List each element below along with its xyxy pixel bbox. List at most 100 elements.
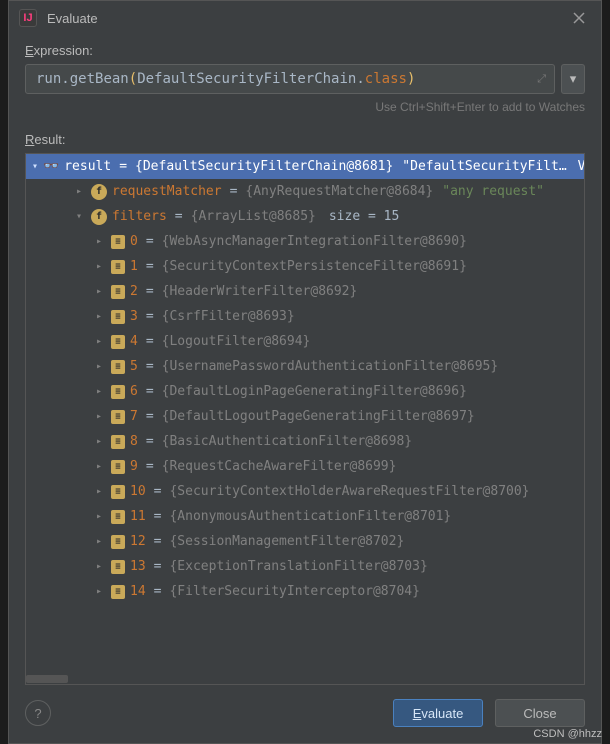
result-panel[interactable]: ▾ 👓 result = {DefaultSecurityFilterChain… — [25, 153, 585, 685]
chevron-right-icon[interactable]: ▸ — [92, 261, 106, 272]
chevron-right-icon[interactable]: ▸ — [92, 561, 106, 572]
tree-row-filter-item[interactable]: ▸≡8={BasicAuthenticationFilter@8698} — [26, 429, 584, 454]
node-index: 9 — [130, 459, 138, 474]
element-icon: ≡ — [111, 460, 125, 474]
node-value: {WebAsyncManagerIntegrationFilter@8690} — [162, 234, 467, 249]
element-icon: ≡ — [111, 260, 125, 274]
tree-row-filter-item[interactable]: ▸≡13={ExceptionTranslationFilter@8703} — [26, 554, 584, 579]
scrollbar-thumb[interactable] — [26, 675, 68, 683]
tree-row-filter-item[interactable]: ▸≡10={SecurityContextHolderAwareRequestF… — [26, 479, 584, 504]
tree-row-filter-item[interactable]: ▸≡0={WebAsyncManagerIntegrationFilter@86… — [26, 229, 584, 254]
node-value: {ArrayList@8685} — [191, 209, 316, 224]
node-value: {AnonymousAuthenticationFilter@8701} — [169, 509, 451, 524]
tree-row-filter-item[interactable]: ▸≡9={RequestCacheAwareFilter@8699} — [26, 454, 584, 479]
ide-icon: IJ — [19, 9, 37, 27]
node-name: filters — [112, 209, 167, 224]
element-icon: ≡ — [111, 335, 125, 349]
node-value: {UsernamePasswordAuthenticationFilter@86… — [162, 359, 499, 374]
element-icon: ≡ — [111, 535, 125, 549]
tree-row-filter-item[interactable]: ▸≡6={DefaultLoginPageGeneratingFilter@86… — [26, 379, 584, 404]
node-index: 1 — [130, 259, 138, 274]
node-value: {AnyRequestMatcher@8684} — [245, 184, 433, 199]
node-index: 5 — [130, 359, 138, 374]
field-icon: f — [91, 209, 107, 225]
node-value: {SecurityContextHolderAwareRequestFilter… — [169, 484, 529, 499]
element-icon: ≡ — [111, 385, 125, 399]
result-label: Result: — [9, 124, 601, 153]
watermark: CSDN @hhzz — [533, 728, 602, 740]
size-label: size = 15 — [329, 209, 399, 224]
node-index: 6 — [130, 384, 138, 399]
node-value: {LogoutFilter@8694} — [162, 334, 311, 349]
chevron-down-icon[interactable]: ▾ — [32, 161, 38, 172]
close-icon[interactable] — [567, 6, 591, 30]
help-button[interactable]: ? — [25, 700, 51, 726]
tree-row-filter-item[interactable]: ▸≡3={CsrfFilter@8693} — [26, 304, 584, 329]
element-icon: ≡ — [111, 310, 125, 324]
tree-row-filter-item[interactable]: ▸≡2={HeaderWriterFilter@8692} — [26, 279, 584, 304]
tree-row-filter-item[interactable]: ▸≡5={UsernamePasswordAuthenticationFilte… — [26, 354, 584, 379]
node-value: {SessionManagementFilter@8702} — [169, 534, 404, 549]
node-name: requestMatcher — [112, 184, 222, 199]
expression-input[interactable]: run.getBean(DefaultSecurityFilterChain.c… — [25, 64, 555, 94]
node-index: 3 — [130, 309, 138, 324]
close-button[interactable]: Close — [495, 699, 585, 727]
node-index: 11 — [130, 509, 146, 524]
tree-row-filter-item[interactable]: ▸≡1={SecurityContextPersistenceFilter@86… — [26, 254, 584, 279]
tree-row-filter-item[interactable]: ▸≡4={LogoutFilter@8694} — [26, 329, 584, 354]
tree-row-requestmatcher[interactable]: ▸ f requestMatcher = {AnyRequestMatcher@… — [26, 179, 584, 204]
element-icon: ≡ — [111, 560, 125, 574]
view-link[interactable]: View — [578, 159, 585, 174]
element-icon: ≡ — [111, 485, 125, 499]
chevron-right-icon[interactable]: ▸ — [92, 486, 106, 497]
chevron-right-icon[interactable]: ▸ — [92, 361, 106, 372]
node-value: {DefaultLoginPageGeneratingFilter@8696} — [162, 384, 467, 399]
node-index: 13 — [130, 559, 146, 574]
node-index: 0 — [130, 234, 138, 249]
node-str: "any request" — [442, 184, 544, 199]
evaluate-button[interactable]: Evaluate — [393, 699, 483, 727]
chevron-right-icon[interactable]: ▸ — [92, 436, 106, 447]
chevron-right-icon[interactable]: ▸ — [92, 386, 106, 397]
expand-editor-icon[interactable]: ⤢ — [537, 72, 546, 86]
chevron-right-icon[interactable]: ▸ — [92, 286, 106, 297]
chevron-right-icon[interactable]: ▸ — [92, 536, 106, 547]
tree-row-filter-item[interactable]: ▸≡12={SessionManagementFilter@8702} — [26, 529, 584, 554]
tree-row-filter-item[interactable]: ▸≡11={AnonymousAuthenticationFilter@8701… — [26, 504, 584, 529]
chevron-right-icon[interactable]: ▸ — [92, 511, 106, 522]
node-value: {SecurityContextPersistenceFilter@8691} — [162, 259, 467, 274]
evaluate-dialog: IJ Evaluate Expression: run.getBean(Defa… — [8, 0, 602, 744]
equals-sign: = — [116, 159, 130, 174]
node-index: 7 — [130, 409, 138, 424]
chevron-down-icon[interactable]: ▾ — [72, 211, 86, 222]
node-value: {HeaderWriterFilter@8692} — [162, 284, 358, 299]
tree-row-filter-item[interactable]: ▸≡14={FilterSecurityInterceptor@8704} — [26, 579, 584, 604]
node-index: 10 — [130, 484, 146, 499]
chevron-right-icon[interactable]: ▸ — [92, 236, 106, 247]
history-dropdown[interactable]: ▾ — [561, 64, 585, 94]
node-value: {FilterSecurityInterceptor@8704} — [169, 584, 419, 599]
chevron-right-icon[interactable]: ▸ — [92, 336, 106, 347]
node-value: {RequestCacheAwareFilter@8699} — [162, 459, 397, 474]
tree-row-result[interactable]: ▾ 👓 result = {DefaultSecurityFilterChain… — [26, 154, 584, 179]
field-icon: f — [91, 184, 107, 200]
node-index: 14 — [130, 584, 146, 599]
node-value: {ExceptionTranslationFilter@8703} — [169, 559, 427, 574]
chevron-right-icon[interactable]: ▸ — [92, 586, 106, 597]
node-index: 8 — [130, 434, 138, 449]
tree-row-filter-item[interactable]: ▸≡7={DefaultLogoutPageGeneratingFilter@8… — [26, 404, 584, 429]
element-icon: ≡ — [111, 285, 125, 299]
chevron-right-icon[interactable]: ▸ — [92, 411, 106, 422]
node-value: {DefaultLogoutPageGeneratingFilter@8697} — [162, 409, 475, 424]
expression-label: Expression: — [9, 35, 601, 64]
element-icon: ≡ — [111, 410, 125, 424]
node-value: {BasicAuthenticationFilter@8698} — [162, 434, 412, 449]
element-icon: ≡ — [111, 585, 125, 599]
chevron-right-icon[interactable]: ▸ — [92, 461, 106, 472]
window-title: Evaluate — [47, 11, 98, 26]
tree-row-filters[interactable]: ▾ f filters = {ArrayList@8685} size = 15 — [26, 204, 584, 229]
chevron-right-icon[interactable]: ▸ — [72, 186, 86, 197]
horizontal-scrollbar[interactable] — [26, 674, 584, 684]
hint-text: Use Ctrl+Shift+Enter to add to Watches — [9, 100, 601, 124]
chevron-right-icon[interactable]: ▸ — [92, 311, 106, 322]
